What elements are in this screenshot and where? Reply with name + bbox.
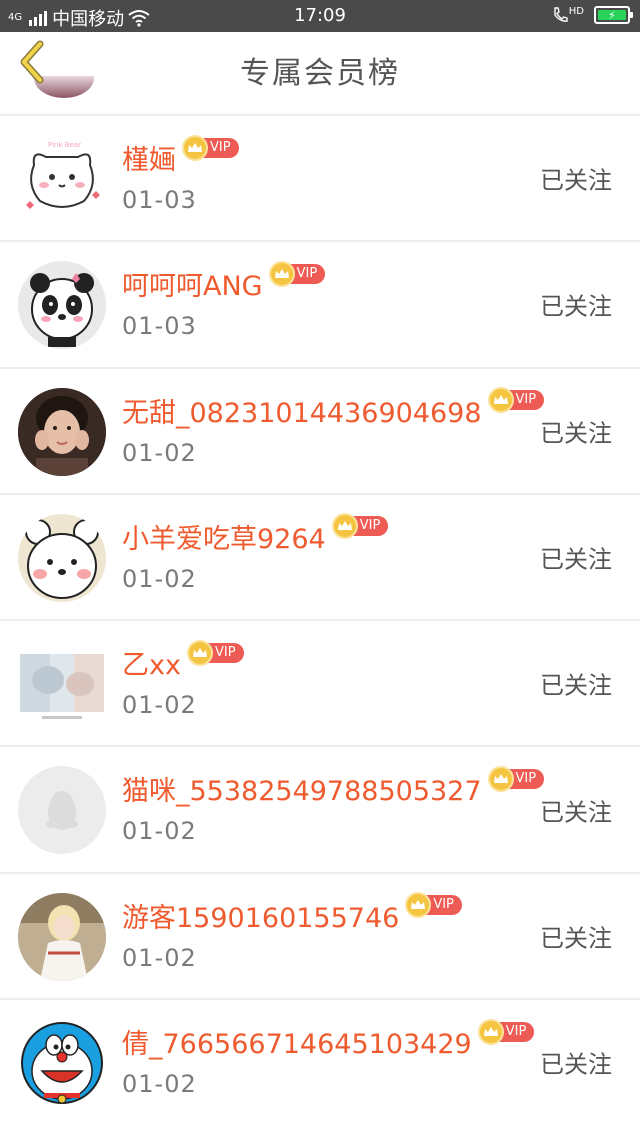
followed-button[interactable]: 已关注 bbox=[540, 666, 612, 701]
clock: 17:09 bbox=[294, 5, 346, 26]
avatar[interactable] bbox=[18, 892, 106, 981]
member-list: Pink Bear 槿婳 VIP 01-03 已关注 呵呵呵ANG VIP 01… bbox=[0, 114, 640, 1125]
avatar[interactable] bbox=[18, 640, 106, 729]
page-title: 专属会员榜 bbox=[240, 56, 400, 91]
member-name: 乙xx bbox=[122, 650, 181, 682]
status-right: HD ⚡ bbox=[552, 6, 633, 24]
hd-call-icon: HD bbox=[552, 6, 584, 24]
join-date: 01-02 bbox=[122, 691, 197, 720]
name-line: 呵呵呵ANG VIP bbox=[122, 260, 326, 303]
hd-label: HD bbox=[568, 5, 584, 17]
followed-button[interactable]: 已关注 bbox=[540, 540, 612, 575]
name-line: 小羊爱吃草9264 VIP bbox=[122, 513, 389, 556]
join-date: 01-02 bbox=[122, 817, 197, 846]
list-item[interactable]: 倩_766566714645103429 VIP 01-02 已关注 bbox=[0, 998, 640, 1125]
crown-icon bbox=[331, 513, 358, 540]
vip-badge: VIP bbox=[268, 260, 326, 287]
vip-badge: VIP bbox=[487, 765, 545, 792]
name-line: 槿婳 VIP bbox=[122, 134, 239, 177]
member-name: 倩_766566714645103429 bbox=[122, 1029, 472, 1061]
name-line: 乙xx VIP bbox=[122, 639, 244, 682]
avatar[interactable]: Pink Bear bbox=[18, 135, 106, 223]
followed-button[interactable]: 已关注 bbox=[540, 413, 612, 448]
name-line: 猫咪_55382549788505327 VIP bbox=[122, 765, 545, 808]
avatar[interactable] bbox=[18, 1019, 106, 1108]
member-name: 无甜_08231014436904698 bbox=[122, 397, 482, 429]
battery-icon: ⚡ bbox=[594, 6, 633, 24]
name-line: 倩_766566714645103429 VIP bbox=[122, 1018, 535, 1061]
vip-badge: VIP bbox=[477, 1018, 535, 1045]
name-line: 游客1590160155746 VIP bbox=[122, 892, 462, 935]
name-line: 无甜_08231014436904698 VIP bbox=[122, 387, 545, 430]
crown-icon bbox=[182, 134, 208, 161]
list-item[interactable]: 游客1590160155746 VIP 01-02 已关注 bbox=[0, 871, 640, 999]
vip-badge: VIP bbox=[182, 134, 239, 161]
join-date: 01-02 bbox=[122, 564, 197, 593]
crown-icon bbox=[268, 260, 295, 287]
avatar[interactable] bbox=[18, 261, 106, 350]
list-item[interactable]: 小羊爱吃草9264 VIP 01-02 已关注 bbox=[0, 492, 640, 620]
join-date: 01-02 bbox=[122, 438, 197, 467]
avatar[interactable] bbox=[18, 387, 106, 476]
crown-icon bbox=[186, 639, 213, 666]
join-date: 01-02 bbox=[122, 943, 197, 972]
avatar[interactable] bbox=[18, 766, 106, 855]
followed-button[interactable]: 已关注 bbox=[540, 918, 612, 953]
header: 专属会员榜 bbox=[0, 32, 640, 112]
followed-button[interactable]: 已关注 bbox=[540, 287, 612, 322]
crown-icon bbox=[487, 765, 514, 792]
crown-icon bbox=[477, 1018, 504, 1045]
member-name: 呵呵呵ANG bbox=[122, 271, 263, 303]
crown-icon bbox=[487, 387, 514, 414]
followed-button[interactable]: 已关注 bbox=[540, 161, 612, 196]
join-date: 01-02 bbox=[122, 1070, 197, 1099]
member-name: 猫咪_55382549788505327 bbox=[122, 776, 482, 808]
list-item[interactable]: 呵呵呵ANG VIP 01-03 已关注 bbox=[0, 240, 640, 367]
list-item[interactable]: Pink Bear 槿婳 VIP 01-03 已关注 bbox=[0, 114, 640, 241]
status-bar: 4G 中国移动 17:09 HD ⚡ bbox=[0, 0, 640, 32]
vip-badge: VIP bbox=[405, 892, 462, 919]
join-date: 01-03 bbox=[122, 186, 197, 214]
followed-button[interactable]: 已关注 bbox=[540, 1045, 612, 1080]
list-item[interactable]: 无甜_08231014436904698 VIP 01-02 已关注 bbox=[0, 366, 640, 493]
vip-badge: VIP bbox=[331, 513, 389, 540]
vip-badge: VIP bbox=[186, 639, 244, 666]
penguin-icon bbox=[46, 791, 78, 831]
member-name: 小羊爱吃草9264 bbox=[122, 523, 326, 555]
vip-badge: VIP bbox=[487, 387, 545, 414]
member-name: 槿婳 bbox=[122, 145, 176, 176]
member-name: 游客1590160155746 bbox=[122, 902, 400, 934]
followed-button[interactable]: 已关注 bbox=[540, 792, 612, 827]
list-item[interactable]: 乙xx VIP 01-02 已关注 bbox=[0, 619, 640, 746]
svg-text:Pink Bear: Pink Bear bbox=[48, 141, 81, 149]
list-item[interactable]: 猫咪_55382549788505327 VIP 01-02 已关注 bbox=[0, 745, 640, 872]
avatar[interactable] bbox=[18, 513, 106, 602]
join-date: 01-03 bbox=[122, 312, 197, 341]
